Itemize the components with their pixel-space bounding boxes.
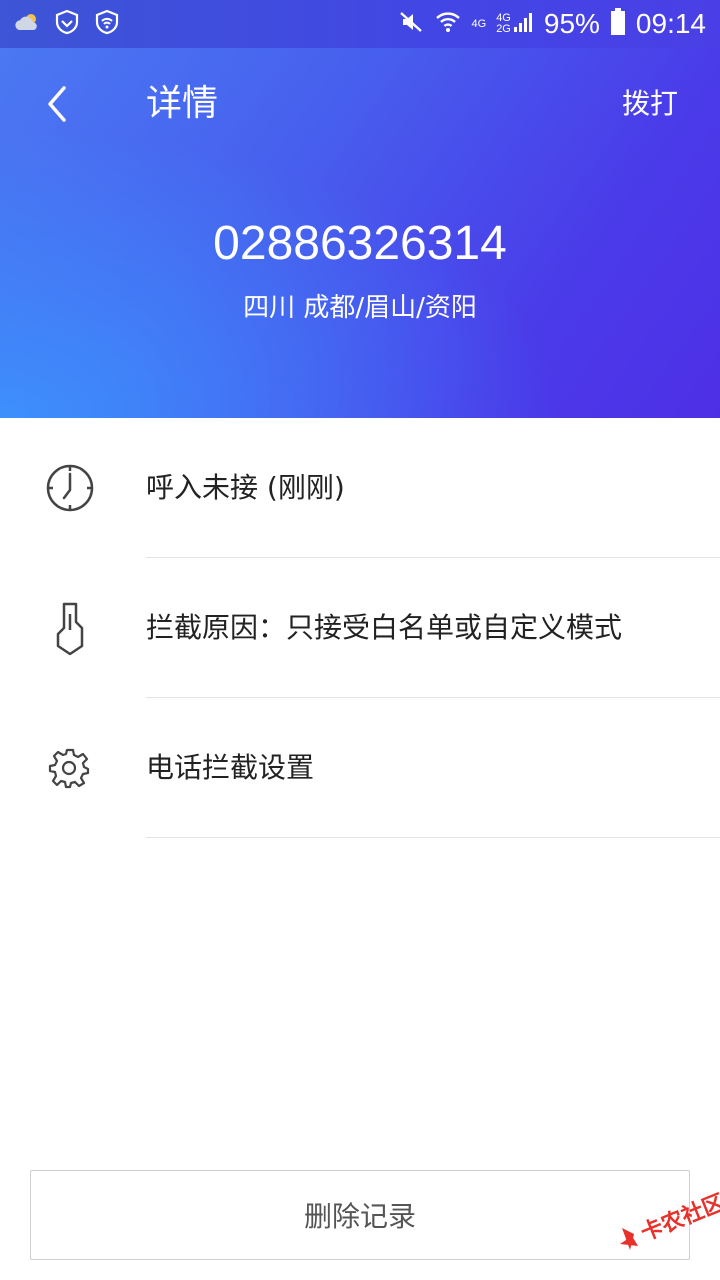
network-4g-label: 4G bbox=[471, 17, 487, 30]
number-location: 四川 成都/眉山/资阳 bbox=[243, 293, 477, 323]
back-button[interactable] bbox=[36, 82, 80, 126]
divider bbox=[146, 837, 720, 838]
clock-time: 09:14 bbox=[635, 8, 706, 39]
battery-percent: 95% bbox=[543, 8, 600, 39]
mute-icon bbox=[398, 9, 424, 39]
wifi-shield-icon bbox=[94, 9, 120, 39]
weather-cloud-icon bbox=[14, 11, 40, 37]
call-block-settings-row[interactable]: 电话拦截设置 bbox=[0, 698, 720, 838]
call-status-text: 呼入未接 (刚刚) bbox=[146, 471, 345, 504]
watermark-logo: 卡农社区 bbox=[616, 1188, 720, 1258]
block-reason-text: 拦截原因：只接受白名单或自定义模式 bbox=[146, 611, 623, 644]
dual-signal-indicator: 4G 2G bbox=[496, 11, 534, 37]
detail-row-call-status: 呼入未接 (刚刚) bbox=[0, 418, 720, 558]
status-bar: 4G 4G 2G 95% 09:14 bbox=[0, 0, 720, 48]
network-2g-label: 2G bbox=[496, 23, 511, 35]
detail-row-block-reason: 拦截原因：只接受白名单或自定义模式 bbox=[0, 558, 720, 698]
shield-icon bbox=[54, 9, 80, 39]
shield-block-icon bbox=[42, 600, 98, 656]
page-title: 详情 bbox=[146, 83, 219, 124]
call-block-settings-label: 电话拦截设置 bbox=[146, 751, 315, 784]
signal-icon bbox=[513, 11, 534, 37]
wifi-icon bbox=[434, 9, 462, 39]
clock-icon bbox=[42, 460, 98, 516]
battery-icon bbox=[610, 8, 626, 40]
call-button[interactable]: 拨打 bbox=[622, 84, 678, 124]
phone-number: 02886326314 bbox=[213, 217, 507, 270]
delete-record-button[interactable]: 删除记录 bbox=[30, 1170, 690, 1260]
gear-icon bbox=[42, 740, 98, 796]
chevron-left-icon bbox=[48, 86, 66, 122]
